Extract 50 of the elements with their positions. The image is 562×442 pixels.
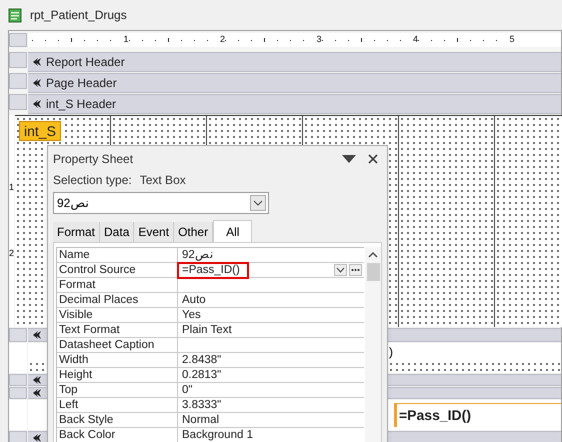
ruler-number: 2 [9,247,14,260]
property-value[interactable]: Background 1 [178,428,253,442]
property-name: Name [57,248,178,262]
property-name: Visible [57,308,178,322]
field-label[interactable]: int_S [19,121,61,141]
section-bar[interactable]: int_S Header [28,94,561,114]
ruler-number: 4 [412,33,418,46]
property-value[interactable]: =Pass_ID() [177,262,249,278]
property-name: Width [57,353,178,367]
panel-title: Property Sheet [53,151,134,168]
property-name: Datasheet Caption [57,338,178,352]
property-name: Text Format [57,323,178,337]
tab[interactable]: Data [100,222,134,242]
window-title: rpt_Patient_Drugs [30,7,127,24]
property-value[interactable]: Normal [178,413,220,427]
property-value[interactable]: نص92 [178,248,213,262]
property-name: Control Source [57,263,178,277]
ruler-number: 3 [316,33,322,46]
section-title: Page Header [46,75,117,92]
property-name: Height [57,368,178,382]
ruler-number: 1 [123,33,128,46]
section-bar[interactable]: Report Header [28,52,561,72]
control-text: ) [389,345,393,359]
text-box-control[interactable]: =Pass_ID() [394,403,561,427]
section-bar[interactable]: Page Header [28,73,561,93]
tab[interactable]: All [213,220,252,242]
section-title: int_S Header [46,96,116,113]
selection-type: Text Box [140,172,186,189]
tab[interactable]: Format [53,222,100,242]
property-name: Back Style [57,413,178,427]
ruler-number: 5 [509,33,514,46]
property-name: Format [57,278,178,292]
tab[interactable]: Other [174,222,214,242]
property-name: Left [57,398,178,412]
property-value[interactable]: 2.8438" [178,353,222,367]
property-value[interactable]: 0.2813" [178,368,222,382]
property-name: Decimal Places [57,293,178,307]
ruler-number: 1 [9,181,14,194]
property-name: Back Color [57,428,178,442]
section-title: Report Header [46,54,125,71]
property-value[interactable]: Yes [178,308,201,322]
property-value[interactable]: Plain Text [178,323,232,337]
property-value[interactable]: Auto [178,293,206,307]
selection-type-label: Selection type: [53,172,132,189]
tab[interactable]: Event [134,222,174,242]
object-select[interactable]: نص92 [53,192,269,214]
property-value[interactable]: 3.8333" [178,398,222,412]
property-value[interactable]: 0" [178,383,192,397]
ruler-number: 2 [220,33,225,46]
property-name: Top [57,383,178,397]
